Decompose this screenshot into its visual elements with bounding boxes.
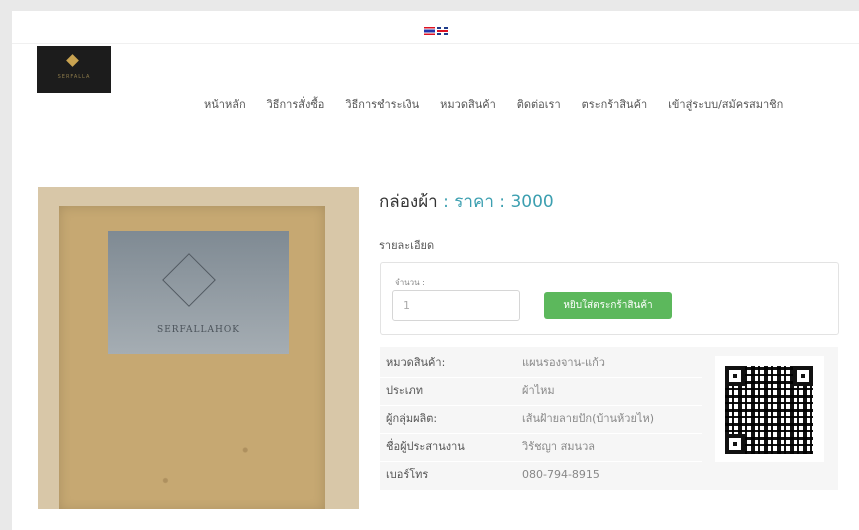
product-photo-caption: SERFALLAHOK	[157, 325, 240, 335]
main-nav: หน้าหลัก วิธีการสั่งซื้อ วิธีการชำระเงิน…	[204, 95, 783, 113]
qr-code-icon	[725, 366, 813, 454]
product-image: SERFALLAHOK	[38, 187, 359, 509]
qr-finder-icon	[793, 366, 813, 386]
info-label: ประเภท	[386, 384, 424, 397]
info-row: ประเภท ผ้าไหม	[380, 377, 702, 406]
price-label: ราคา	[454, 192, 494, 212]
info-label: เบอร์โทร	[386, 468, 429, 481]
qr-finder-icon	[725, 366, 745, 386]
logo-text: SERFALLA	[57, 74, 91, 80]
info-value: วิรัชญา สมนวล	[522, 440, 595, 453]
qr-code	[715, 356, 824, 462]
thai-flag-icon[interactable]	[424, 27, 435, 35]
info-row: ชื่อผู้ประสานงาน วิรัชญา สมนวล	[380, 433, 702, 462]
nav-item-login-register[interactable]: เข้าสู่ระบบ/สมัครสมาชิก	[668, 95, 783, 113]
info-value: เส้นฝ้ายลายปัก(บ้านห้วยไห)	[522, 412, 654, 425]
nav-item-cart[interactable]: ตระกร้าสินค้า	[582, 95, 647, 113]
nav-item-categories[interactable]: หมวดสินค้า	[440, 95, 496, 113]
info-row: เบอร์โทร 080-794-8915	[380, 461, 702, 489]
product-photo-frame: SERFALLAHOK	[59, 206, 325, 509]
info-label: ชื่อผู้ประสานงาน	[386, 440, 465, 453]
nav-item-how-to-order[interactable]: วิธีการสั่งซื้อ	[267, 95, 325, 113]
info-row: ผู้กลุ่มผลิต: เส้นฝ้ายลายปัก(บ้านห้วยไห)	[380, 405, 702, 434]
top-divider	[12, 43, 859, 44]
product-title: กล่องผ้า : ราคา : 3000	[379, 188, 554, 215]
language-switcher	[424, 27, 448, 35]
add-to-cart-button[interactable]: หยิบใส่ตระกร้าสินค้า	[544, 292, 672, 319]
details-heading: รายละเอียด	[379, 239, 435, 252]
quantity-label: จำนวน :	[395, 278, 425, 287]
info-value: ผ้าไหม	[522, 384, 555, 397]
knot-logo-icon	[66, 54, 79, 67]
info-value: แผนรองจาน-แก้ว	[522, 356, 605, 369]
quantity-input[interactable]	[392, 290, 520, 321]
info-label: หมวดสินค้า:	[386, 356, 446, 369]
product-name: กล่องผ้า	[379, 192, 438, 212]
nav-item-contact[interactable]: ติดต่อเรา	[517, 95, 561, 113]
order-form: จำนวน : หยิบใส่ตระกร้าสินค้า	[380, 262, 839, 335]
title-separator: :	[437, 192, 455, 212]
product-photo-window: SERFALLAHOK	[108, 231, 289, 354]
qr-finder-icon	[725, 434, 745, 454]
info-value: 080-794-8915	[522, 468, 600, 481]
nav-item-payment[interactable]: วิธีการชำระเงิน	[345, 95, 419, 113]
info-label: ผู้กลุ่มผลิต:	[386, 412, 438, 425]
price-value: 3000	[510, 192, 554, 212]
site-logo[interactable]: SERFALLA	[37, 46, 111, 93]
nav-item-home[interactable]: หน้าหลัก	[204, 95, 246, 113]
uk-flag-icon[interactable]	[437, 27, 448, 35]
knot-pattern-icon	[162, 253, 216, 307]
page: SERFALLA หน้าหลัก วิธีการสั่งซื้อ วิธีกา…	[12, 11, 859, 530]
info-row: หมวดสินค้า: แผนรองจาน-แก้ว	[380, 349, 702, 378]
price-separator: :	[493, 192, 511, 212]
